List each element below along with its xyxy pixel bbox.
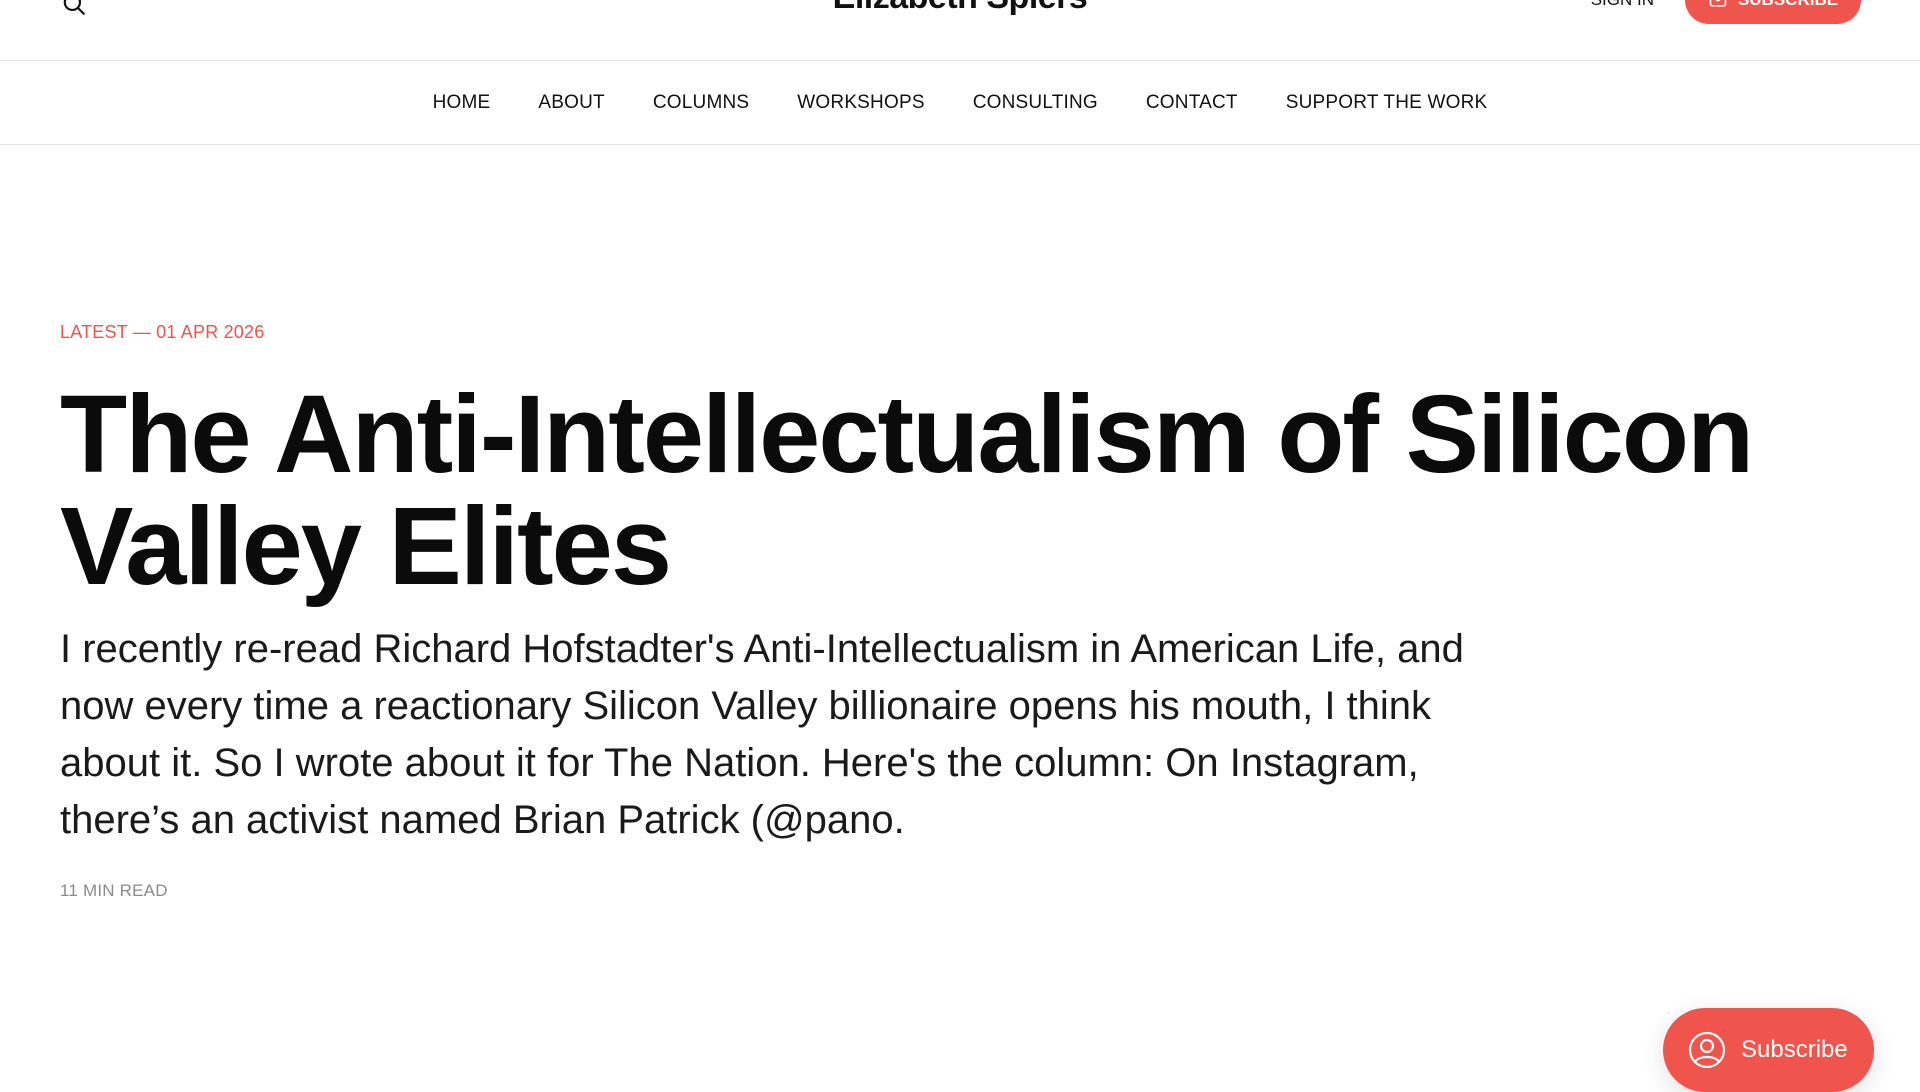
- article-date-link[interactable]: LATEST — 01 APR 2026: [60, 322, 264, 342]
- nav-item-consulting[interactable]: CONSULTING: [973, 92, 1098, 114]
- nav-item-workshops[interactable]: WORKSHOPS: [797, 92, 924, 114]
- read-time: 11 MIN READ: [60, 881, 168, 900]
- nav-item-support-the-work[interactable]: SUPPORT THE WORK: [1286, 92, 1488, 114]
- nav-item-about[interactable]: ABOUT: [538, 92, 604, 114]
- portal-subscribe-button[interactable]: Subscribe: [1663, 1008, 1874, 1092]
- article-excerpt[interactable]: I recently re-read Richard Hofstadter's …: [60, 621, 1480, 849]
- main-navigation: HOME ABOUT COLUMNS WORKSHOPS CONSULTING …: [0, 61, 1920, 145]
- nav-item-home[interactable]: HOME: [433, 92, 491, 114]
- site-header: Elizabeth Spiers SIGN IN SUBSCRIBE: [0, 0, 1920, 61]
- nav-item-columns[interactable]: COLUMNS: [653, 92, 749, 114]
- portal-subscribe-label: Subscribe: [1741, 1036, 1848, 1063]
- article-kicker: LATEST — 01 APR 2026: [60, 322, 1860, 343]
- nav-item-contact[interactable]: CONTACT: [1146, 92, 1238, 114]
- subscribe-button-label: SUBSCRIBE: [1738, 0, 1838, 10]
- mail-icon: [1709, 0, 1727, 7]
- sign-in-link[interactable]: SIGN IN: [1591, 0, 1654, 10]
- subscribe-button[interactable]: SUBSCRIBE: [1685, 0, 1861, 24]
- article-title[interactable]: The Anti-Intellectualism of Silicon Vall…: [60, 379, 1860, 603]
- user-circle-icon: [1688, 1031, 1726, 1069]
- featured-article: LATEST — 01 APR 2026 The Anti-Intellectu…: [60, 322, 1860, 901]
